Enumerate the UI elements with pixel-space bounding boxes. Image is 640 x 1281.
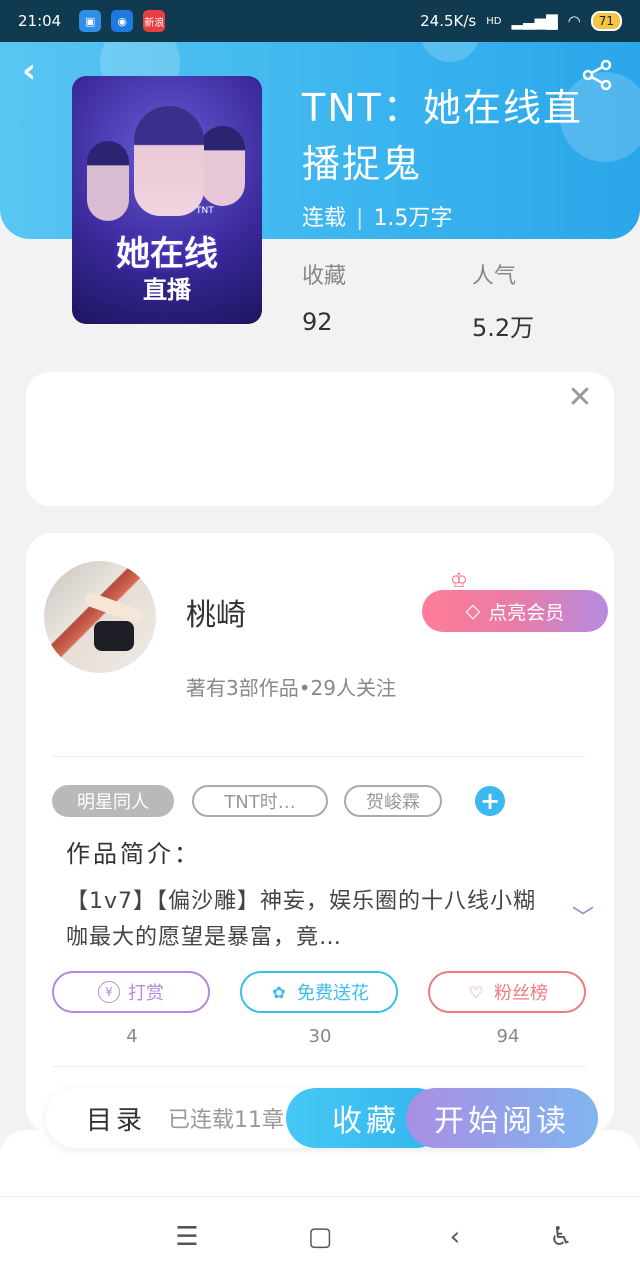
vip-button-label: 点亮会员 — [488, 601, 565, 624]
battery-indicator: 71 — [590, 11, 622, 31]
flower-icon: ✿ — [272, 982, 286, 1002]
fan-count: 94 — [496, 1026, 520, 1047]
ad-card — [26, 372, 614, 506]
accessibility-icon[interactable]: ♿ — [546, 1222, 576, 1252]
cover-subtitle: 直播 — [143, 276, 191, 304]
yen-icon: ¥ — [98, 981, 120, 1003]
author-name[interactable]: 桃崎 — [186, 590, 246, 634]
tag-chip[interactable]: TNT时… — [192, 785, 328, 817]
tag-chip[interactable]: 贺峻霖 — [344, 785, 442, 817]
back-nav-icon[interactable]: ‹ — [440, 1222, 470, 1252]
network-type: HD — [486, 15, 502, 27]
toc-label[interactable]: 目录 — [86, 1100, 146, 1137]
user-heart-icon: ♡ — [468, 982, 484, 1002]
diamond-icon: ◇ — [465, 600, 481, 622]
cover-label: TNT — [196, 206, 214, 216]
hotspot-icon: ◉ — [111, 10, 134, 32]
stat-value-popularity: 5.2万 — [472, 314, 535, 342]
menu-icon[interactable]: ☰ — [172, 1222, 202, 1252]
stat-label-popularity: 人气 — [472, 264, 517, 289]
send-flower-button[interactable]: ✿ 免费送花 — [240, 971, 398, 1013]
vip-button[interactable]: ◇ 点亮会员 — [422, 590, 608, 632]
intro-title: 作品简介： — [66, 840, 201, 868]
network-speed: 24.5K/s — [420, 12, 477, 30]
app-notification-icon: ▣ — [79, 10, 102, 32]
reward-label: 打赏 — [128, 983, 164, 1004]
wifi-icon: ◠ — [567, 12, 581, 30]
tag-chip[interactable]: 明星同人 — [52, 785, 174, 817]
author-avatar[interactable] — [44, 561, 156, 673]
fan-ranking-button[interactable]: ♡ 粉丝榜 — [428, 971, 586, 1013]
reward-count: 4 — [126, 1026, 138, 1047]
intro-text: 【1v7】【偏沙雕】神妄，娱乐圈的十八线小糊咖最大的愿望是暴富，竟… — [66, 889, 537, 950]
cover-title: 她在线 — [116, 234, 218, 274]
close-icon[interactable]: ✕ — [566, 383, 594, 413]
add-tag-icon[interactable]: + — [475, 786, 505, 816]
signal-icon: ▂▃▅▇ — [511, 12, 558, 30]
status-bar: 21:04 ▣ ◉ 新浪 24.5K/s HD ▂▃▅▇ ◠ 71 — [0, 0, 640, 42]
flower-count: 30 — [308, 1026, 332, 1047]
book-title: TNT：她在线直播捉鬼 — [302, 86, 583, 186]
send-flower-label: 免费送花 — [297, 983, 369, 1004]
divider — [52, 1066, 586, 1067]
back-arrow-icon[interactable]: ‹ — [22, 54, 52, 88]
book-status: 连载 — [302, 206, 347, 231]
toc-status: 已连载11章 — [168, 1108, 284, 1133]
crown-icon: ♔ — [450, 568, 468, 592]
status-time: 21:04 — [18, 12, 62, 30]
home-square-icon[interactable]: ▢ — [305, 1222, 335, 1252]
book-word-count: 1.5万字 — [373, 206, 453, 231]
chevron-down-icon[interactable]: ﹀ — [572, 900, 596, 931]
start-reading-button[interactable]: 开始阅读 — [406, 1088, 598, 1148]
fan-ranking-label: 粉丝榜 — [494, 983, 548, 1004]
stat-label-favorites: 收藏 — [302, 264, 347, 289]
divider — [52, 756, 586, 757]
stat-value-favorites: 92 — [302, 308, 333, 336]
reward-button[interactable]: ¥ 打赏 — [52, 971, 210, 1013]
book-cover[interactable]: TNT 她在线 直播 — [72, 76, 262, 324]
author-info: 著有3部作品•29人关注 — [186, 676, 396, 700]
sina-app-icon: 新浪 — [143, 10, 166, 32]
book-meta: 连载 | 1.5万字 — [302, 206, 453, 231]
